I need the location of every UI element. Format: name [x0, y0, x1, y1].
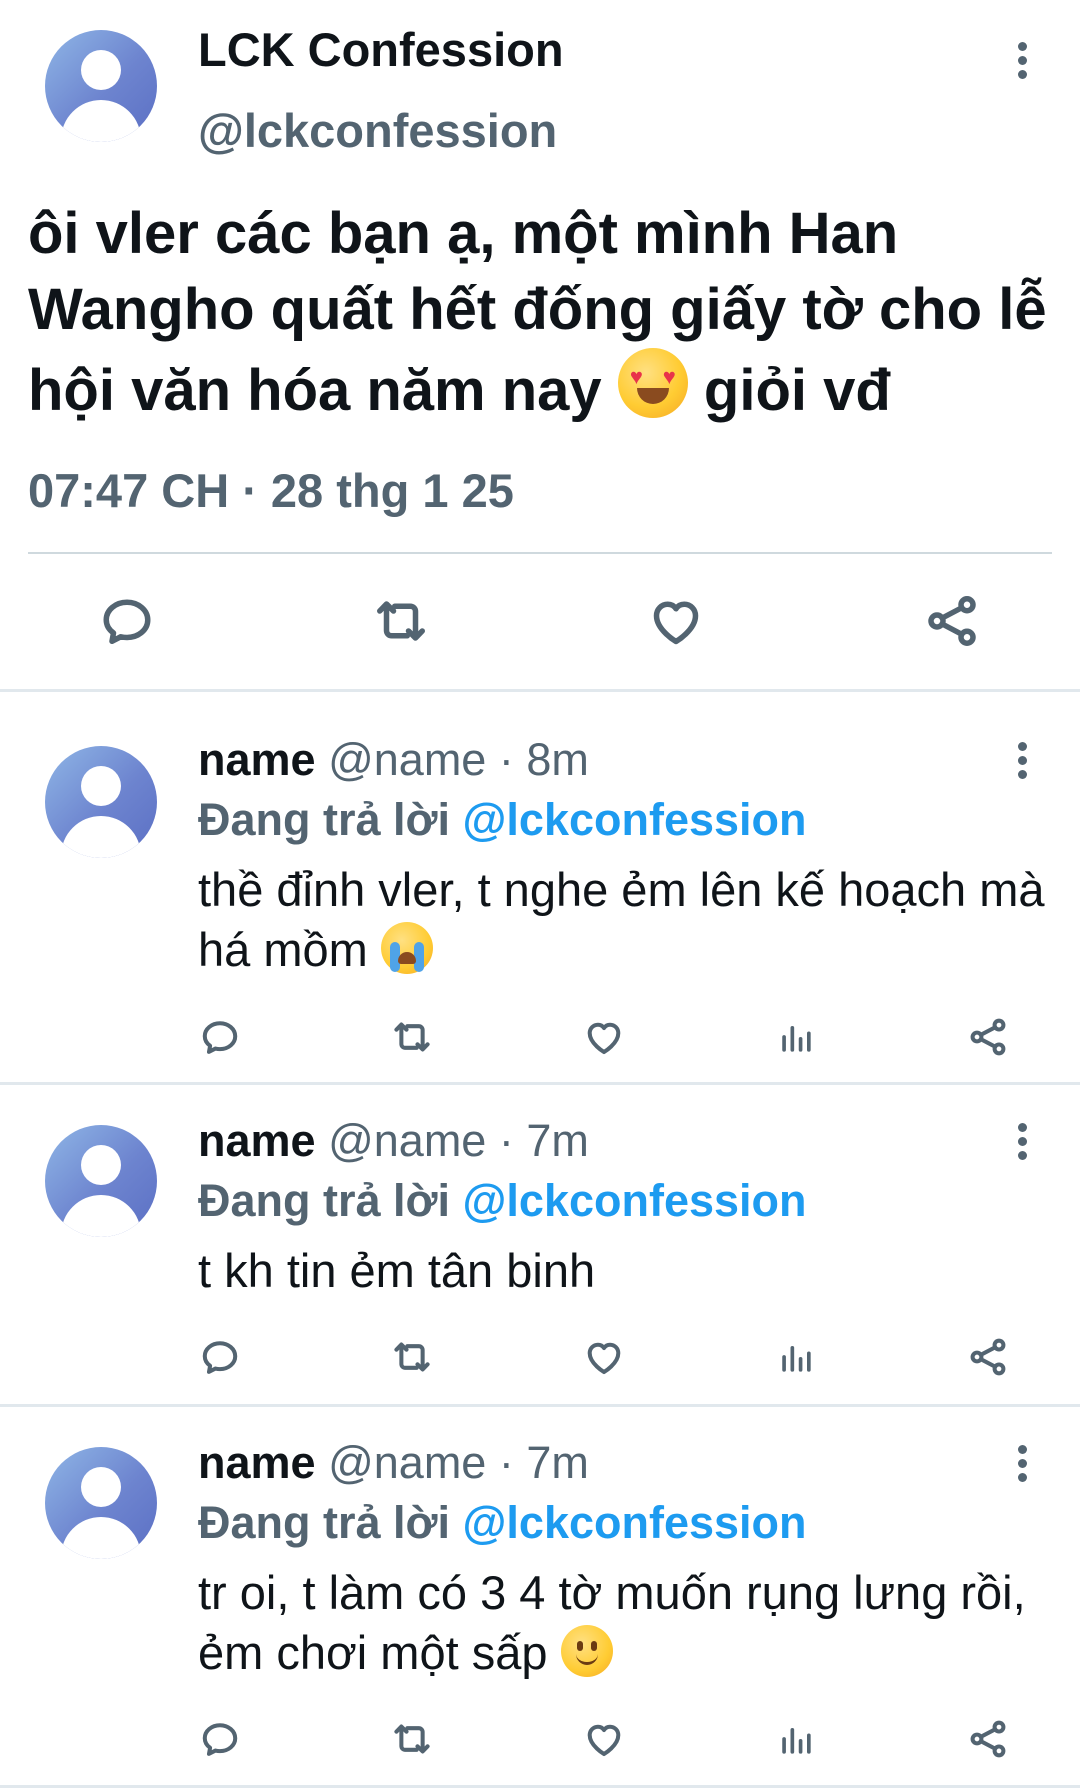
reply-icon[interactable]: [198, 1717, 242, 1761]
reply-text-content: t kh tin ẻm tân binh: [198, 1244, 596, 1297]
heart-eyes-emoji-icon: ♥ ♥: [617, 348, 688, 418]
reply-icon[interactable]: [97, 591, 157, 651]
reply-time: · 8m: [486, 734, 589, 785]
more-options-icon[interactable]: [1016, 742, 1028, 784]
replying-to-mention[interactable]: @lckconfession: [463, 1497, 807, 1548]
author-handle[interactable]: @lckconfession: [198, 103, 557, 158]
reply-text-content: tr oi, t làm có 3 4 tờ muốn rụng lưng rồ…: [198, 1566, 1026, 1679]
loudly-crying-emoji-icon: [380, 922, 433, 974]
like-icon[interactable]: [582, 1015, 626, 1059]
avatar[interactable]: [45, 1125, 157, 1237]
avatar[interactable]: [45, 746, 157, 858]
share-icon[interactable]: [966, 1717, 1010, 1761]
reply-icon[interactable]: [198, 1015, 242, 1059]
replying-prefix: Đang trả lời: [198, 1175, 463, 1226]
replying-prefix: Đang trả lời: [198, 1497, 463, 1548]
divider: [0, 1785, 1080, 1788]
reply-text: t kh tin ẻm tân binh: [198, 1241, 1058, 1301]
reply-text-content: thề đỉnh vler, t nghe ẻm lên kế hoạch mà…: [198, 863, 1045, 976]
retweet-icon[interactable]: [371, 591, 431, 651]
reply-text: thề đỉnh vler, t nghe ẻm lên kế hoạch mà…: [198, 860, 1058, 980]
reply-time: · 7m: [486, 1437, 589, 1488]
share-icon[interactable]: [966, 1335, 1010, 1379]
reply-header: name @name · 7m: [198, 1437, 589, 1489]
share-icon[interactable]: [966, 1015, 1010, 1059]
reply-tweet[interactable]: name @name · 7m Đang trả lời @lckconfess…: [0, 1407, 1080, 1787]
replying-to-mention[interactable]: @lckconfession: [463, 794, 807, 845]
replying-prefix: Đang trả lời: [198, 794, 463, 845]
reply-header: name @name · 7m: [198, 1115, 589, 1167]
reply-tweet[interactable]: name @name · 8m Đang trả lời @lckconfess…: [0, 692, 1080, 1082]
replying-to-line: Đang trả lời @lckconfession: [198, 794, 807, 846]
share-icon[interactable]: [922, 591, 982, 651]
replying-to-line: Đang trả lời @lckconfession: [198, 1497, 807, 1549]
views-icon[interactable]: [774, 1335, 818, 1379]
author-display-name[interactable]: LCK Confession: [198, 22, 564, 77]
reply-header: name @name · 8m: [198, 734, 589, 786]
views-icon[interactable]: [774, 1015, 818, 1059]
tweet-timestamp[interactable]: 07:47 CH · 28 thg 1 25: [28, 463, 514, 518]
tweet-text-part: giỏi vđ: [687, 358, 891, 423]
reply-author-handle[interactable]: @name: [328, 1115, 486, 1166]
retweet-icon[interactable]: [390, 1717, 434, 1761]
reply-text: tr oi, t làm có 3 4 tờ muốn rụng lưng rồ…: [198, 1563, 1058, 1683]
reply-author-name[interactable]: name: [198, 1437, 316, 1488]
reply-author-name[interactable]: name: [198, 1115, 316, 1166]
views-icon[interactable]: [774, 1717, 818, 1761]
tweet-text-part: ôi vler các bạn ạ, một mình Han Wangho q…: [28, 201, 1047, 423]
avatar[interactable]: [45, 1447, 157, 1559]
slightly-smiling-emoji-icon: [560, 1625, 613, 1677]
divider: [28, 552, 1052, 554]
replying-to-mention[interactable]: @lckconfession: [463, 1175, 807, 1226]
like-icon[interactable]: [582, 1717, 626, 1761]
more-options-icon[interactable]: [1016, 42, 1028, 84]
reply-icon[interactable]: [198, 1335, 242, 1379]
replying-to-line: Đang trả lời @lckconfession: [198, 1175, 807, 1227]
like-icon[interactable]: [582, 1335, 626, 1379]
reply-time: · 7m: [486, 1115, 589, 1166]
more-options-icon[interactable]: [1016, 1445, 1028, 1487]
reply-author-name[interactable]: name: [198, 734, 316, 785]
main-tweet: LCK Confession @lckconfession ôi vler cá…: [0, 0, 1080, 689]
reply-author-handle[interactable]: @name: [328, 1437, 486, 1488]
reply-tweet[interactable]: name @name · 7m Đang trả lời @lckconfess…: [0, 1085, 1080, 1404]
tweet-text: ôi vler các bạn ạ, một mình Han Wangho q…: [28, 196, 1058, 429]
retweet-icon[interactable]: [390, 1335, 434, 1379]
like-icon[interactable]: [646, 591, 706, 651]
avatar[interactable]: [45, 30, 157, 142]
more-options-icon[interactable]: [1016, 1123, 1028, 1165]
retweet-icon[interactable]: [390, 1015, 434, 1059]
reply-author-handle[interactable]: @name: [328, 734, 486, 785]
